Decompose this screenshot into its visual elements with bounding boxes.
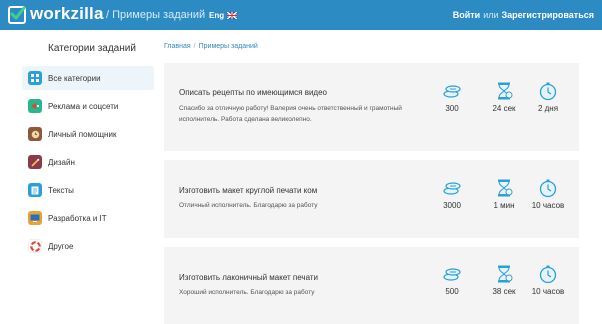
hourglass-icon bbox=[498, 179, 513, 197]
duration-value: 10 часов bbox=[531, 201, 565, 210]
sidebar-item-label: Все категории bbox=[48, 73, 101, 83]
lifebuoy-icon bbox=[28, 239, 42, 253]
or-text: или bbox=[483, 10, 499, 20]
breadcrumb: Главная / Примеры заданий bbox=[164, 43, 258, 50]
auth-links: Войти или Зарегистрироваться bbox=[453, 10, 594, 20]
sidebar-item-advertising[interactable]: Реклама и соцсети bbox=[22, 94, 154, 118]
breadcrumb-home-link[interactable]: Главная bbox=[164, 43, 191, 50]
task-response-time: 24 сек bbox=[482, 81, 526, 113]
task-card[interactable]: Изготовить лаконичный макет печати Хорош… bbox=[164, 247, 579, 324]
task-review: Отличный исполнитель. Благодарю за работ… bbox=[179, 202, 318, 209]
duration-value: 2 дня bbox=[537, 104, 559, 113]
task-card[interactable]: Изготовить макет круглой печати ком Отли… bbox=[164, 160, 579, 238]
stopwatch-icon bbox=[539, 179, 557, 198]
task-title[interactable]: Описать рецепты по имеющимся видео bbox=[179, 88, 327, 97]
language-switch[interactable]: Eng bbox=[209, 11, 224, 20]
sidebar-title: Категории заданий bbox=[48, 43, 136, 54]
categories-sidebar: Категории заданий Все категории Реклама … bbox=[18, 30, 154, 324]
breadcrumb-separator: / bbox=[193, 43, 196, 50]
register-link[interactable]: Зарегистрироваться bbox=[502, 10, 594, 20]
sidebar-item-all-categories[interactable]: Все категории bbox=[22, 66, 154, 90]
coins-icon bbox=[443, 85, 461, 98]
task-price: 300 bbox=[430, 81, 474, 113]
coins-icon bbox=[443, 182, 461, 195]
sidebar-item-other[interactable]: Другое bbox=[22, 234, 154, 258]
task-duration: 10 часов bbox=[526, 264, 570, 296]
sidebar-item-design[interactable]: Дизайн bbox=[22, 150, 154, 174]
hourglass-icon bbox=[498, 265, 513, 283]
sidebar-item-personal-assistant[interactable]: Личный помощник bbox=[22, 122, 154, 146]
sidebar-item-label: Тексты bbox=[48, 185, 74, 195]
task-title[interactable]: Изготовить макет круглой печати ком bbox=[179, 186, 317, 195]
brand-name[interactable]: workzilla bbox=[30, 4, 104, 24]
task-title[interactable]: Изготовить лаконичный макет печати bbox=[179, 273, 318, 282]
stopwatch-icon bbox=[539, 265, 557, 284]
brush-icon bbox=[28, 155, 42, 169]
grid-icon bbox=[28, 71, 42, 85]
task-response-time: 1 мин bbox=[482, 178, 526, 210]
breadcrumb-current: Примеры заданий bbox=[198, 43, 258, 50]
task-response-time: 38 сек bbox=[482, 264, 526, 296]
price-value: 300 bbox=[445, 104, 459, 113]
duration-value: 10 часов bbox=[531, 287, 565, 296]
sidebar-item-label: Дизайн bbox=[48, 157, 75, 167]
task-review: Хороший исполнитель. Благодарю за работу bbox=[179, 289, 315, 296]
sidebar-item-texts[interactable]: Тексты bbox=[22, 178, 154, 202]
workzilla-logo-icon[interactable] bbox=[8, 6, 26, 24]
top-bar: workzilla / Примеры заданий Eng Войти или… bbox=[0, 0, 602, 30]
task-price: 500 bbox=[430, 264, 474, 296]
task-card[interactable]: Описать рецепты по имеющимся видео Спаси… bbox=[164, 63, 579, 151]
login-link[interactable]: Войти bbox=[453, 10, 480, 20]
clock-icon bbox=[28, 127, 42, 141]
task-duration: 2 дня bbox=[526, 81, 570, 113]
task-duration: 10 часов bbox=[526, 178, 570, 210]
code-icon bbox=[28, 211, 42, 225]
document-icon bbox=[28, 183, 42, 197]
coins-icon bbox=[443, 268, 461, 281]
response-time-value: 24 сек bbox=[492, 104, 516, 113]
sidebar-item-label: Разработка и IT bbox=[48, 213, 107, 223]
sidebar-item-development-it[interactable]: Разработка и IT bbox=[22, 206, 154, 230]
sidebar-item-label: Реклама и соцсети bbox=[48, 101, 119, 111]
sidebar-item-label: Личный помощник bbox=[48, 129, 117, 139]
sidebar-item-label: Другое bbox=[48, 241, 74, 251]
response-time-value: 1 мин bbox=[493, 201, 515, 210]
hourglass-icon bbox=[498, 82, 513, 100]
stopwatch-icon bbox=[539, 82, 557, 101]
task-review: Спасибо за отличную работу! Валерия очен… bbox=[179, 105, 402, 123]
response-time-value: 38 сек bbox=[492, 287, 516, 296]
price-value: 500 bbox=[445, 287, 459, 296]
page-subtitle: / Примеры заданий bbox=[106, 9, 206, 21]
task-price: 3000 bbox=[430, 178, 474, 210]
price-value: 3000 bbox=[443, 201, 461, 210]
uk-flag-icon[interactable] bbox=[227, 12, 237, 19]
megaphone-icon bbox=[28, 99, 42, 113]
